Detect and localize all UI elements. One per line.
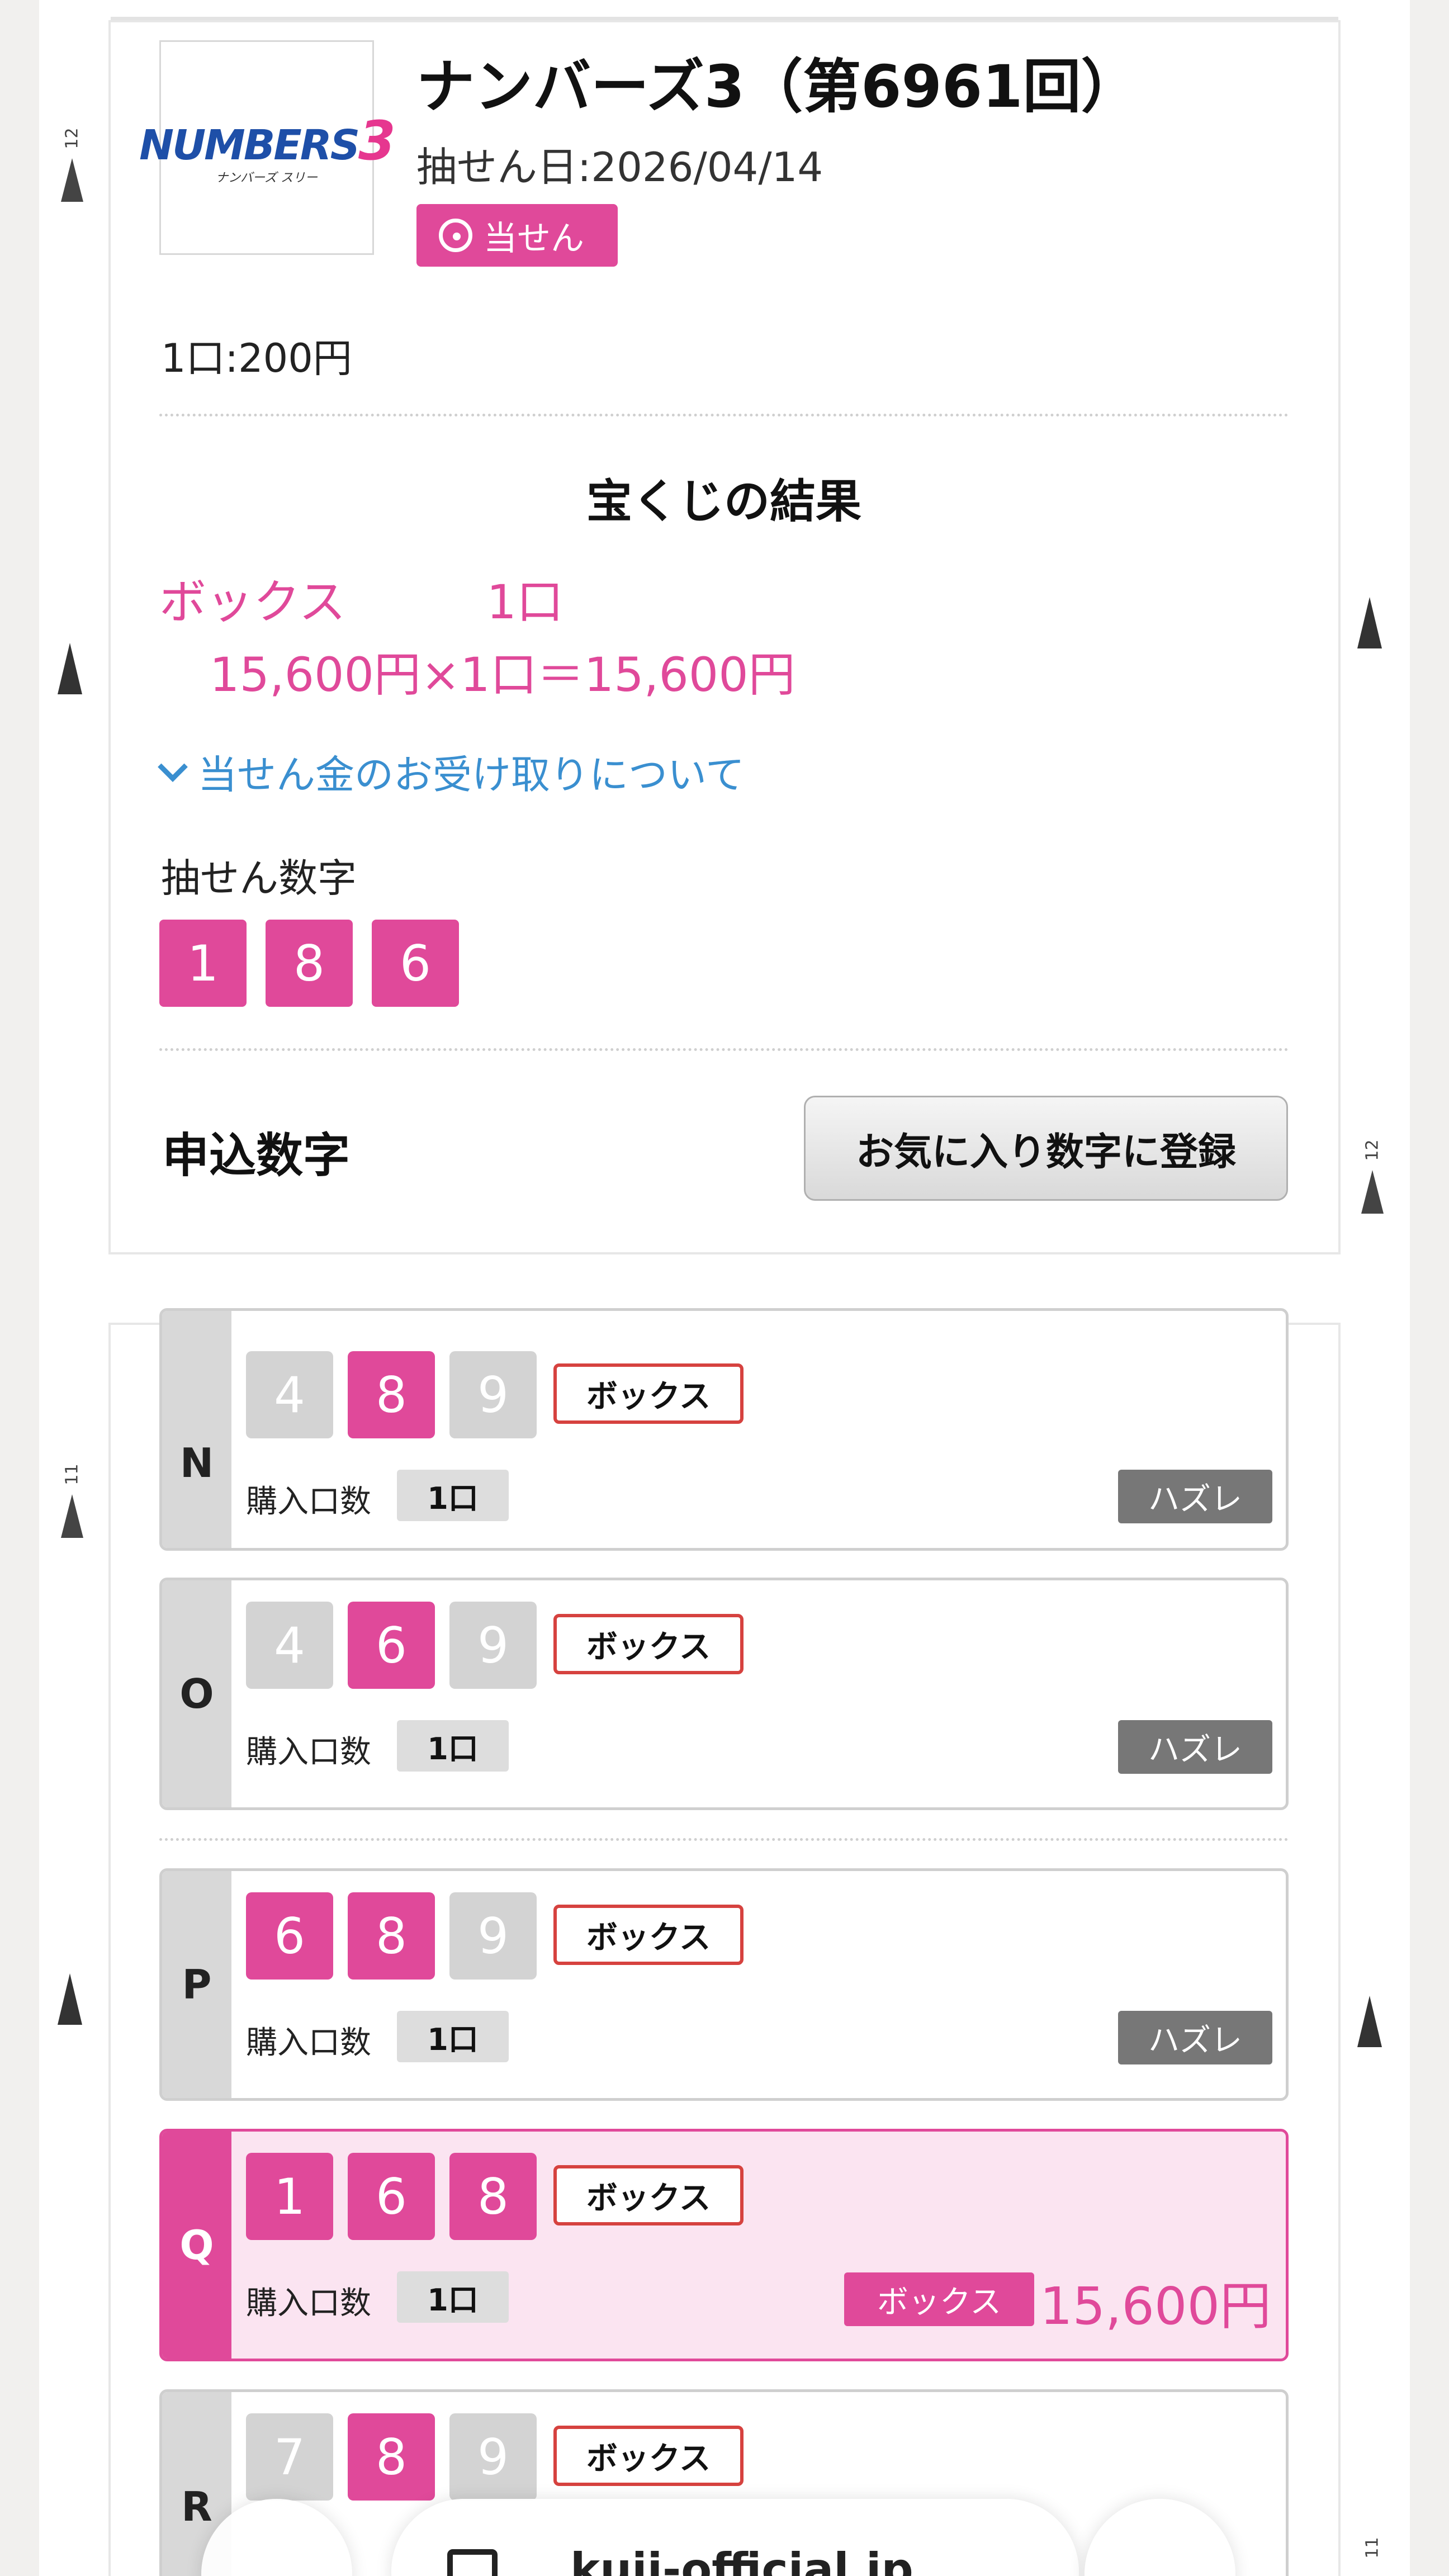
triangle-marker-icon [1361,1170,1384,1214]
entry-row-o: O 4 6 9 ボックス 購入口数 1口 ハズレ [159,1578,1289,1810]
edge-mark-right-foot: 11 [1362,2537,1382,2568]
winning-digit: 8 [266,920,353,1007]
entry-letter: O [162,1580,231,1807]
result-miss-badge: ハズレ [1118,1470,1272,1523]
tabs-icon [447,2549,498,2576]
purchase-qty-value: 1口 [397,2271,509,2323]
entry-digit: 8 [348,1892,435,1980]
purchase-qty-label: 購入口数 [246,2285,371,2322]
purchase-qty-value: 1口 [397,1470,509,1521]
divider [159,1048,1289,1051]
entry-digit: 8 [348,1351,435,1438]
winning-digit: 1 [159,920,247,1007]
winning-numbers-label: 抽せん数字 [161,855,357,901]
entry-row-n: N 4 8 9 ボックス 購入口数 1口 ハズレ [159,1308,1289,1551]
entry-type-tag: ボックス [553,1614,744,1674]
logo-subtitle: ナンバーズ スリー [216,171,318,185]
entry-digit: 9 [449,1602,537,1689]
purchase-qty-label: 購入口数 [246,2025,371,2061]
entry-digit: 7 [246,2413,333,2501]
receive-prize-label: 当せん金のお受け取りについて [198,752,745,798]
entry-row-q: Q 1 6 8 ボックス 購入口数 1口 ボックス 15,600円 [159,2129,1289,2361]
divider [159,414,1289,416]
unit-price: 1口:200円 [161,335,352,381]
entry-digits: 1 6 8 [246,2153,537,2240]
purchase-qty-value: 1口 [397,2011,509,2062]
winning-digit: 6 [372,920,459,1007]
win-kind-badge: ボックス [844,2272,1034,2326]
entry-letter: P [162,1871,231,2098]
purchase-qty-value: 1口 [397,1720,509,1772]
entry-row-p: P 6 8 9 ボックス 購入口数 1口 ハズレ [159,1868,1289,2101]
win-status-badge: 当せん [416,204,618,267]
purchase-qty-label: 購入口数 [246,1734,371,1770]
prize-calculation: 15,600円×1口＝15,600円 [210,647,795,702]
result-miss-badge: ハズレ [1118,2011,1272,2064]
purchase-qty-label: 購入口数 [246,1484,371,1520]
entry-letter: Q [162,2132,231,2359]
winning-numbers: 1 8 6 [159,920,459,1007]
win-amount: 15,600円 [1040,2276,1271,2336]
entry-digit: 6 [348,2153,435,2240]
applied-numbers-label: 申込数字 [162,1128,351,1183]
draw-date: 抽せん日:2026/04/14 [416,144,823,191]
entry-digit: 4 [246,1351,333,1438]
logo-wordmark: NUMBERS3 [139,110,396,172]
entry-digit: 9 [449,2413,537,2501]
edge-mark-left-bottom [58,1973,82,2025]
prize-line: ボックス 1口 [159,575,564,629]
entry-digit: 9 [449,1892,537,1980]
entry-digit: 6 [348,1602,435,1689]
triangle-marker-icon [1357,1996,1382,2047]
numbers3-logo: NUMBERS3 ナンバーズ スリー [139,40,396,255]
target-icon [439,219,472,252]
page-title: ナンバーズ3（第6961回） [416,53,1139,121]
triangle-marker-icon [58,643,82,694]
edge-mark-right-bottom [1357,1996,1382,2047]
edge-mark-left-mid [58,643,82,694]
triangle-marker-icon [61,1494,83,1538]
divider [159,1838,1289,1841]
entry-letter: N [162,1311,231,1548]
result-heading: 宝くじの結果 [586,475,861,528]
triangle-marker-icon [61,158,83,202]
entry-type-tag: ボックス [553,1363,744,1424]
edge-mark-right-upper [1357,597,1382,648]
result-miss-badge: ハズレ [1118,1720,1272,1774]
entry-digits: 4 8 9 [246,1351,537,1438]
entry-type-tag: ボックス [553,2426,744,2486]
entry-digit: 8 [348,2413,435,2501]
entry-digit: 1 [246,2153,333,2240]
entry-digits: 7 8 9 [246,2413,537,2501]
entry-digits: 4 6 9 [246,1602,537,1689]
entry-digit: 4 [246,1602,333,1689]
edge-mark-number: 11 [1362,2537,1382,2559]
entry-type-tag: ボックス [553,2165,744,2225]
entry-type-tag: ボックス [553,1905,744,1965]
edge-mark-left-lower: 11 [61,1464,83,1538]
entry-digit: 9 [449,1351,537,1438]
add-favorite-numbers-button[interactable]: お気に入り数字に登録 [804,1096,1288,1201]
win-status-label: 当せん [484,219,584,258]
triangle-marker-icon [1357,597,1382,648]
edge-mark-right-mid: 12 [1361,1139,1384,1214]
chevron-down-icon [158,751,188,782]
edge-mark-left-top: 12 [61,127,83,202]
edge-mark-number: 12 [62,127,82,149]
entry-digit: 8 [449,2153,537,2240]
edge-mark-number: 11 [62,1464,82,1485]
address-url: kuji-official.jp [570,2544,913,2576]
edge-mark-number: 12 [1362,1139,1382,1161]
entry-digits: 6 8 9 [246,1892,537,1980]
receive-prize-link[interactable]: 当せん金のお受け取りについて [158,744,745,800]
entry-digit: 6 [246,1892,333,1980]
triangle-marker-icon [58,1973,82,2025]
